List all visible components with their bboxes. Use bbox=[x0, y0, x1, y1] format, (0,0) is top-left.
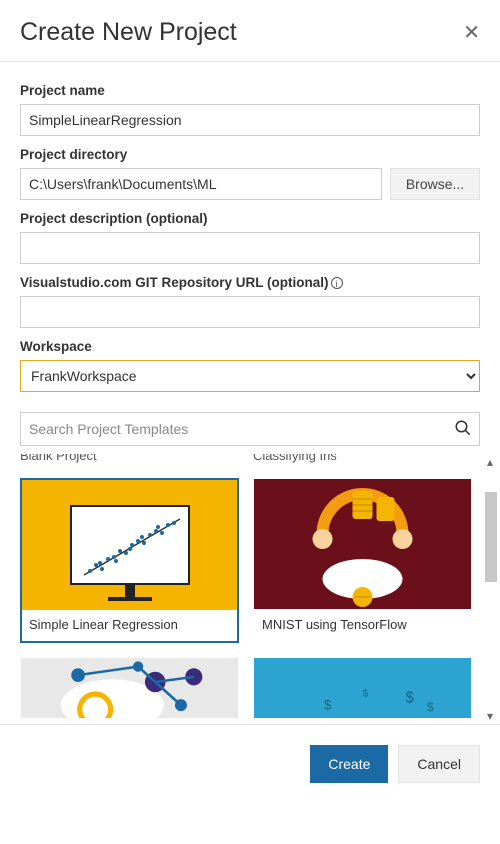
monitor-icon bbox=[70, 505, 190, 585]
project-directory-input[interactable] bbox=[20, 168, 382, 200]
svg-text:$: $ bbox=[427, 700, 434, 714]
scrollbar-thumb[interactable] bbox=[485, 492, 497, 582]
template-label: Simple Linear Regression bbox=[22, 610, 237, 641]
template-thumb: $ $ $ $ bbox=[254, 658, 471, 718]
template-thumb bbox=[21, 658, 238, 718]
svg-text:$: $ bbox=[363, 689, 369, 700]
dialog-title: Create New Project bbox=[20, 18, 237, 47]
workspace-select[interactable]: FrankWorkspace bbox=[20, 360, 480, 392]
template-label: MNIST using TensorFlow bbox=[254, 609, 471, 642]
create-button[interactable]: Create bbox=[310, 745, 388, 783]
project-directory-label: Project directory bbox=[20, 147, 127, 162]
svg-text:$: $ bbox=[405, 690, 414, 707]
project-description-input[interactable] bbox=[20, 232, 480, 264]
browse-button[interactable]: Browse... bbox=[390, 168, 480, 200]
template-card-partial[interactable]: $ $ $ $ bbox=[253, 657, 472, 719]
template-label-cutoff: Blank Project bbox=[20, 454, 239, 464]
project-name-label: Project name bbox=[20, 83, 105, 98]
cancel-button[interactable]: Cancel bbox=[398, 745, 480, 783]
workspace-label: Workspace bbox=[20, 339, 92, 354]
scroll-up-icon[interactable]: ▴ bbox=[484, 456, 496, 468]
search-icon[interactable] bbox=[454, 419, 472, 437]
project-description-label: Project description (optional) bbox=[20, 211, 208, 226]
template-thumb bbox=[22, 480, 237, 610]
svg-text:$: $ bbox=[324, 697, 332, 712]
template-thumb bbox=[254, 479, 471, 609]
project-name-input[interactable] bbox=[20, 104, 480, 136]
git-url-label: Visualstudio.com GIT Repository URL (opt… bbox=[20, 275, 329, 290]
search-input[interactable] bbox=[20, 412, 480, 446]
git-url-input[interactable] bbox=[20, 296, 480, 328]
template-label-cutoff: Classifying Iris bbox=[253, 454, 472, 464]
templates-area: ▴ ▾ Blank Project Classifying Iris bbox=[0, 454, 500, 724]
template-card-mnist[interactable]: MNIST using TensorFlow bbox=[253, 478, 472, 643]
close-icon[interactable]: ✕ bbox=[463, 20, 480, 45]
template-card-partial[interactable] bbox=[20, 657, 239, 719]
scroll-down-icon[interactable]: ▾ bbox=[484, 710, 496, 722]
template-card-slr[interactable]: Simple Linear Regression bbox=[20, 478, 239, 643]
info-icon[interactable]: i bbox=[331, 277, 343, 289]
